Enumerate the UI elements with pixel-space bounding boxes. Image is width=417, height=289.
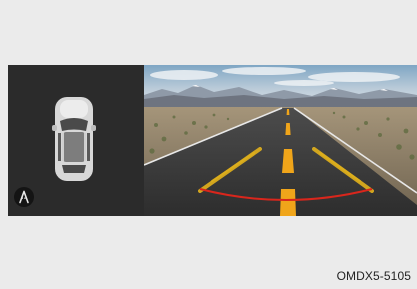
rear-camera-view [144, 65, 417, 216]
car-top-view-icon [52, 95, 96, 183]
parking-camera-button[interactable] [14, 187, 34, 207]
figure-code: OMDX5-5105 [336, 269, 411, 283]
parking-camera-icon [19, 190, 29, 204]
side-panel [8, 65, 144, 216]
camera-display-screen [8, 65, 417, 216]
